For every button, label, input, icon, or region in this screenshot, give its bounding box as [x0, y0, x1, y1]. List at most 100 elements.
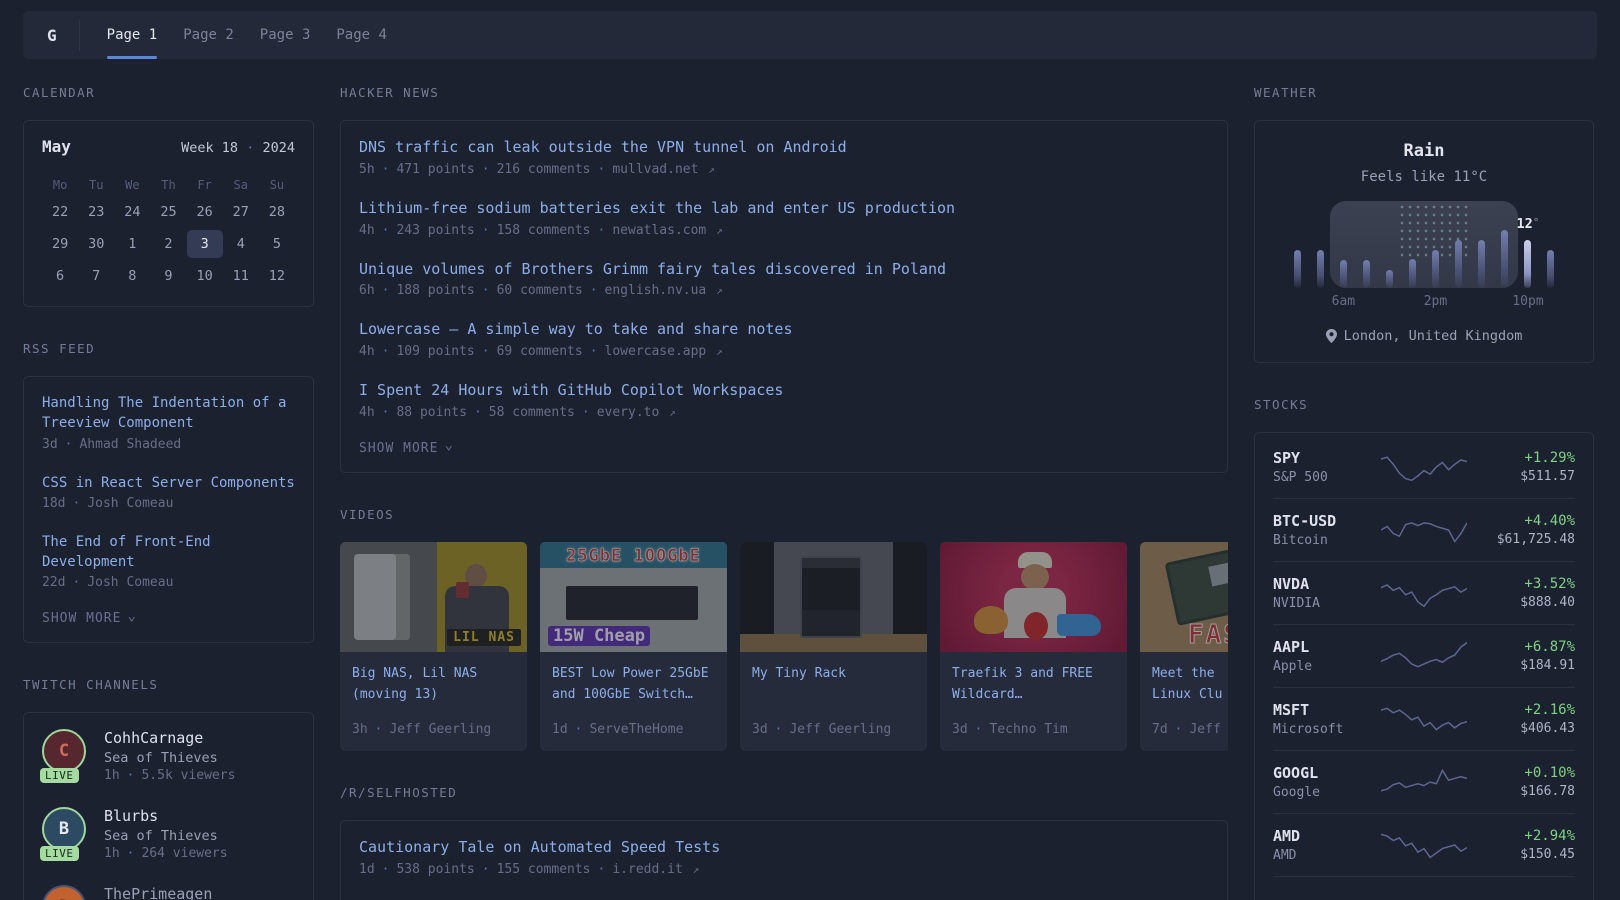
- tab-page-3[interactable]: Page 3: [247, 11, 324, 59]
- video-thumbnail[interactable]: LIL NAS: [340, 542, 527, 652]
- video-card[interactable]: LIL NASBig NAS, Lil NAS (moving 13)3h·Je…: [340, 542, 527, 751]
- live-badge: LIVE: [40, 846, 79, 861]
- tab-page-4[interactable]: Page 4: [323, 11, 400, 59]
- tab-page-1[interactable]: Page 1: [94, 11, 171, 59]
- news-item-time: 4h: [359, 344, 375, 359]
- video-thumbnail[interactable]: [740, 542, 927, 652]
- rss-item-title[interactable]: CSS in React Server Components: [42, 473, 295, 493]
- stock-name: Microsoft: [1273, 722, 1381, 737]
- stock-sparkline: [1381, 640, 1467, 672]
- news-item-comments[interactable]: 69 comments: [497, 344, 583, 359]
- twitch-channel-row[interactable]: BLIVEBlurbsSea of Thieves1h·264 viewers: [42, 807, 295, 861]
- stock-price: $184.91: [1467, 658, 1575, 673]
- stock-row[interactable]: AAPLApple+6.87%$184.91: [1273, 624, 1575, 687]
- video-card[interactable]: 25GbE 100GbE15W Cheap BEST Low Power 25Gb…: [540, 542, 727, 751]
- stock-price: $166.78: [1467, 784, 1575, 799]
- calendar-weekday: Th: [150, 172, 186, 198]
- show-more-button[interactable]: SHOW MORE ⌄: [42, 611, 295, 626]
- tab-page-2[interactable]: Page 2: [170, 11, 247, 59]
- stock-row[interactable]: NVDANVIDIA+3.52%$888.40: [1273, 561, 1575, 624]
- twitch-channel-row[interactable]: CLIVECohhCarnageSea of Thieves1h·5.5k vi…: [42, 729, 295, 783]
- news-item-comments[interactable]: 58 comments: [489, 405, 575, 420]
- news-item-domain[interactable]: english.nv.ua ↗: [605, 283, 723, 298]
- news-item-title[interactable]: Lowercase – A simple way to take and sha…: [359, 319, 1209, 341]
- meta-separator-dot: ·: [482, 344, 490, 359]
- video-time: 3d: [752, 722, 768, 737]
- video-channel[interactable]: Jeff Geerling: [1189, 722, 1228, 737]
- stock-identity: AAPLApple: [1273, 638, 1381, 674]
- video-channel[interactable]: Jeff Geerling: [389, 722, 491, 737]
- news-item-domain[interactable]: lowercase.app ↗: [605, 344, 723, 359]
- hacker-news-section-label: HACKER NEWS: [340, 85, 1228, 100]
- news-item-time: 6h: [359, 283, 375, 298]
- news-item-title[interactable]: I Spent 24 Hours with GitHub Copilot Wor…: [359, 380, 1209, 402]
- reddit-section-label: /R/SELFHOSTED: [340, 785, 1228, 800]
- degree-symbol: °: [1533, 216, 1540, 229]
- nav-divider: [79, 19, 80, 51]
- twitch-channel-row[interactable]: PThePrimeagen: [42, 885, 295, 900]
- news-item-title[interactable]: DNS traffic can leak outside the VPN tun…: [359, 137, 1209, 159]
- video-title[interactable]: Big NAS, Lil NAS (moving 13): [352, 664, 515, 708]
- chevron-down-icon: ⌄: [127, 612, 136, 620]
- video-thumbnail[interactable]: [940, 542, 1127, 652]
- stock-identity: AMDAMD: [1273, 827, 1381, 863]
- weather-bar: [1478, 240, 1485, 288]
- twitch-channel-name[interactable]: ThePrimeagen: [104, 885, 212, 900]
- news-item-title[interactable]: Cautionary Tale on Automated Speed Tests: [359, 837, 1209, 859]
- stock-row[interactable]: RDDT-1.65%: [1273, 876, 1575, 900]
- stock-row[interactable]: SPYS&P 500+1.29%$511.57: [1273, 435, 1575, 498]
- calendar-weekday: We: [114, 172, 150, 198]
- stock-row[interactable]: GOOGLGoogle+0.10%$166.78: [1273, 750, 1575, 813]
- calendar-weekday: Fr: [187, 172, 223, 198]
- twitch-channel-name[interactable]: Blurbs: [104, 807, 228, 825]
- video-thumbnail[interactable]: FAS: [1140, 542, 1228, 652]
- stock-values: +3.52%$888.40: [1467, 576, 1575, 610]
- video-channel[interactable]: ServeTheHome: [589, 722, 683, 737]
- video-channel[interactable]: Jeff Geerling: [789, 722, 891, 737]
- news-item-comments[interactable]: 216 comments: [497, 162, 591, 177]
- news-item-comments[interactable]: 158 comments: [497, 223, 591, 238]
- twitch-channel-name[interactable]: CohhCarnage: [104, 729, 235, 747]
- weather-bar: [1524, 240, 1531, 288]
- news-item-points: 188 points: [396, 283, 474, 298]
- news-item-comments[interactable]: 155 comments: [497, 862, 591, 877]
- rss-item-title[interactable]: The End of Front-End Development: [42, 532, 295, 573]
- video-card[interactable]: My Tiny Rack3d·Jeff Geerling: [740, 542, 927, 751]
- stock-row[interactable]: MSFTMicrosoft+2.16%$406.43: [1273, 687, 1575, 750]
- meta-separator-dot: ·: [975, 722, 983, 737]
- rss-item: Handling The Indentation of a Treeview C…: [42, 393, 295, 452]
- news-item-domain[interactable]: newatlas.com ↗: [612, 223, 722, 238]
- video-channel[interactable]: Techno Tim: [989, 722, 1067, 737]
- reddit-section: /R/SELFHOSTED Cautionary Tale on Automat…: [340, 785, 1228, 900]
- meta-separator-dot: ·: [375, 722, 383, 737]
- stock-row[interactable]: BTC-USDBitcoin+4.40%$61,725.48: [1273, 498, 1575, 561]
- news-item-title[interactable]: Lithium-free sodium batteries exit the l…: [359, 198, 1209, 220]
- hacker-news-section: HACKER NEWS DNS traffic can leak outside…: [340, 85, 1228, 473]
- stock-row[interactable]: AMDAMD+2.94%$150.45: [1273, 813, 1575, 876]
- stock-change: +3.52%: [1467, 576, 1575, 592]
- meta-separator-dot: ·: [482, 283, 490, 298]
- show-more-button[interactable]: SHOW MORE ⌄: [359, 441, 1209, 456]
- video-title[interactable]: Meet the Linux Clu: [1152, 664, 1228, 708]
- rss-item-title[interactable]: Handling The Indentation of a Treeview C…: [42, 393, 295, 434]
- calendar-day: 12: [259, 262, 295, 290]
- twitch-channel-info: CohhCarnageSea of Thieves1h·5.5k viewers: [104, 729, 235, 783]
- video-thumbnail[interactable]: 25GbE 100GbE15W Cheap: [540, 542, 727, 652]
- video-title[interactable]: Traefik 3 and FREE Wildcard…: [952, 664, 1115, 708]
- stock-sparkline: [1381, 577, 1467, 609]
- twitch-stream-time: 1h: [104, 768, 120, 783]
- news-item-title[interactable]: Unique volumes of Brothers Grimm fairy t…: [359, 259, 1209, 281]
- news-item-domain[interactable]: i.redd.it ↗: [612, 862, 699, 877]
- middle-column: HACKER NEWS DNS traffic can leak outside…: [340, 85, 1228, 900]
- video-card[interactable]: Traefik 3 and FREE Wildcard…3d·Techno Ti…: [940, 542, 1127, 751]
- meta-separator-dot: ·: [575, 722, 583, 737]
- video-title[interactable]: BEST Low Power 25GbE and 100GbE Switch…: [552, 664, 715, 708]
- news-item-domain[interactable]: every.to ↗: [597, 405, 676, 420]
- video-title[interactable]: My Tiny Rack: [752, 664, 915, 708]
- news-item-domain[interactable]: mullvad.net ↗: [612, 162, 715, 177]
- video-card[interactable]: FASMeet the Linux Clu7d·Jeff Geerling: [1140, 542, 1228, 751]
- app-logo[interactable]: G: [39, 11, 73, 59]
- meta-separator-dot: ·: [382, 283, 390, 298]
- news-item-comments[interactable]: 60 comments: [497, 283, 583, 298]
- stock-sparkline: [1381, 703, 1467, 735]
